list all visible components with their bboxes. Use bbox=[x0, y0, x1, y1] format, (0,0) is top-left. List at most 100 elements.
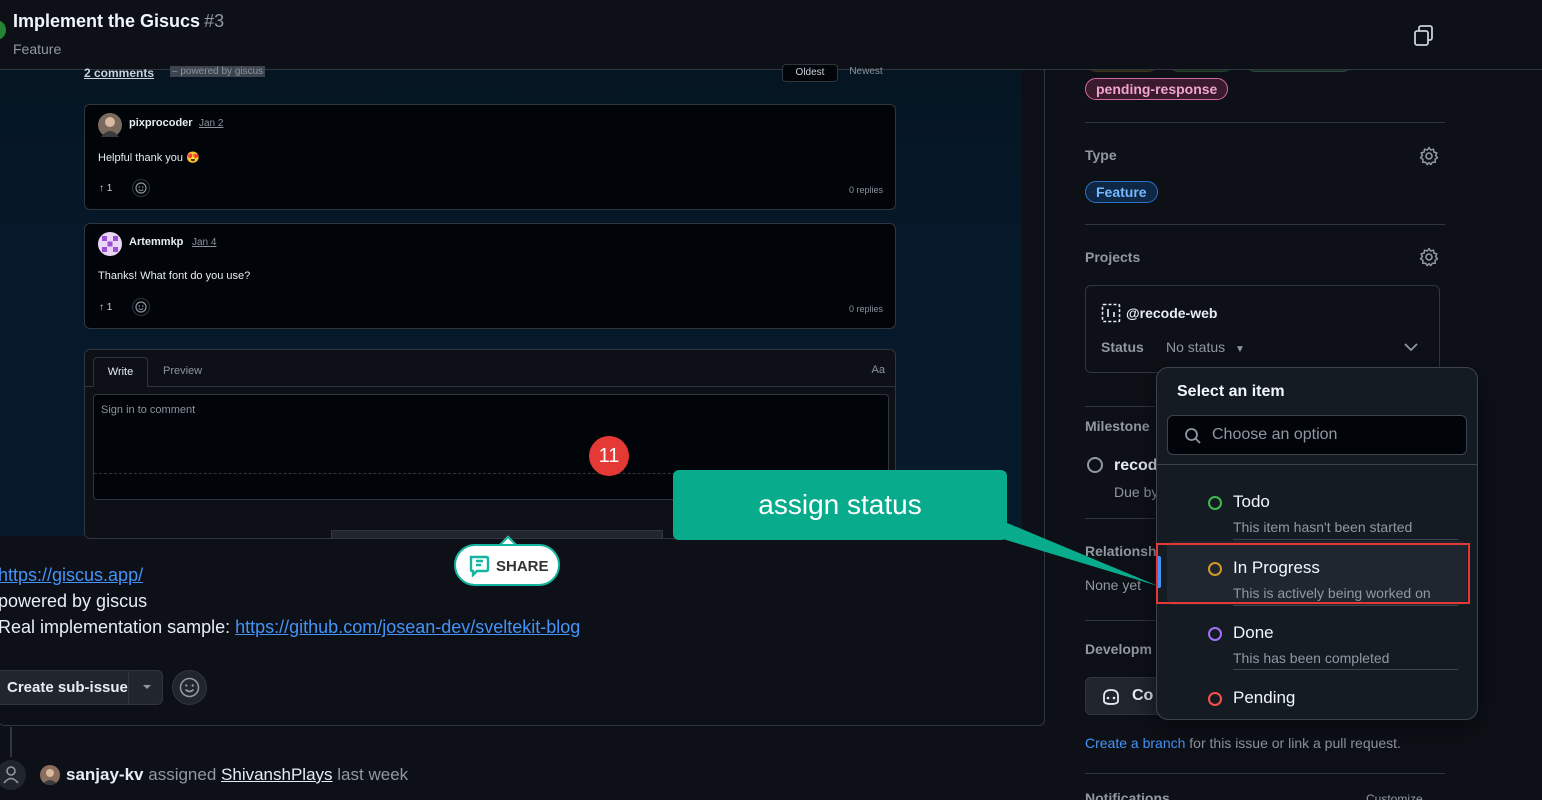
comments-count[interactable]: 2 comments bbox=[84, 66, 154, 80]
sort-oldest-button[interactable]: Oldest bbox=[782, 64, 838, 82]
powered-by-giscus[interactable]: – powered by giscus bbox=[170, 66, 266, 77]
create-branch-text: Create a branch for this issue or link a… bbox=[1085, 735, 1401, 751]
issue-header: Implement the Gisucs #3 Feature bbox=[0, 0, 1542, 70]
add-reaction-icon[interactable] bbox=[132, 179, 150, 197]
person-icon bbox=[0, 760, 26, 790]
callout-text: assign status bbox=[758, 489, 922, 520]
tab-preview[interactable]: Preview bbox=[163, 357, 202, 385]
status-option-done[interactable]: Done This has been completed bbox=[1167, 606, 1467, 670]
project-name[interactable]: @recode-web bbox=[1126, 305, 1217, 321]
development-heading: Developm bbox=[1085, 641, 1152, 657]
upvote-button[interactable]: ↑ 1 bbox=[99, 183, 112, 194]
status-circle-icon bbox=[1208, 496, 1222, 510]
status-circle-icon bbox=[1208, 692, 1222, 706]
tab-write[interactable]: Write bbox=[93, 357, 148, 387]
milestone-icon bbox=[1087, 457, 1103, 473]
projects-heading: Projects bbox=[1085, 249, 1141, 265]
sample-repo-link[interactable]: https://github.com/josean-dev/sveltekit-… bbox=[235, 617, 580, 637]
sort-newest-button[interactable]: Newest bbox=[838, 64, 894, 82]
comment-author[interactable]: Artemmkp bbox=[129, 236, 183, 248]
comment-date[interactable]: Jan 2 bbox=[199, 118, 223, 129]
avatar[interactable] bbox=[40, 765, 60, 785]
copy-icon[interactable] bbox=[1410, 22, 1438, 50]
notifications-heading: Notifications bbox=[1085, 790, 1170, 800]
timeline-actor[interactable]: sanjay-kv bbox=[66, 765, 144, 784]
callout-annotation: assign status bbox=[673, 470, 1007, 540]
timeline-time[interactable]: last week bbox=[337, 765, 408, 784]
timeline-event: sanjay-kv assigned ShivanshPlays last we… bbox=[66, 765, 408, 785]
project-status-label: Status bbox=[1101, 339, 1144, 355]
sidebar-divider bbox=[1085, 518, 1155, 519]
create-sub-issue-label: Create sub-issue bbox=[7, 679, 128, 696]
comment-body: Helpful thank you 😍 bbox=[98, 152, 200, 164]
project-card: @recode-web Status No status ▼ bbox=[1085, 285, 1440, 373]
timeline-line bbox=[10, 727, 12, 757]
copilot-icon bbox=[1103, 689, 1119, 705]
project-table-icon bbox=[1101, 303, 1121, 323]
body-line-giscus-link: https://giscus.app/ bbox=[0, 565, 143, 586]
sidebar-divider bbox=[1085, 122, 1445, 123]
timeline-verb: assigned bbox=[148, 765, 217, 784]
avatar[interactable] bbox=[98, 232, 122, 256]
upvote-count: 1 bbox=[106, 183, 113, 194]
sidebar-divider bbox=[1085, 406, 1155, 407]
status-circle-icon bbox=[1208, 627, 1222, 641]
body-line-sample: Real implementation sample: https://gith… bbox=[0, 617, 580, 638]
giscus-comment: Artemmkp Jan 4 Thanks! What font do you … bbox=[84, 223, 896, 329]
issue-title: Implement the Gisucs #3 bbox=[13, 11, 224, 32]
upvote-count: 1 bbox=[106, 302, 113, 313]
status-option-todo[interactable]: Todo This item hasn't been started bbox=[1167, 475, 1467, 539]
milestone-name[interactable]: recod bbox=[1114, 457, 1158, 475]
project-status-value: No status bbox=[1166, 339, 1226, 355]
status-option-pending[interactable]: Pending bbox=[1167, 671, 1467, 715]
sign-in-button[interactable] bbox=[331, 530, 663, 538]
replies-count: 0 replies bbox=[848, 304, 883, 314]
issue-type-subtitle: Feature bbox=[13, 41, 62, 57]
text-format-icon[interactable]: Aa bbox=[872, 364, 885, 376]
timeline-assignee[interactable]: ShivanshPlays bbox=[221, 765, 333, 784]
add-reaction-icon[interactable] bbox=[132, 298, 150, 316]
comment-author[interactable]: pixprocoder bbox=[129, 117, 193, 129]
share-label: SHARE bbox=[496, 558, 549, 575]
sidebar-divider bbox=[1085, 224, 1445, 225]
triangle-down-icon: ▼ bbox=[1235, 344, 1245, 355]
button-divider bbox=[128, 671, 129, 704]
avatar[interactable] bbox=[98, 113, 122, 137]
issue-type-feature[interactable]: Feature bbox=[1085, 181, 1158, 203]
create-branch-suffix: for this issue or link a pull request. bbox=[1185, 735, 1401, 751]
giscus-comment: pixprocoder Jan 2 Helpful thank you 😍 ↑ … bbox=[84, 104, 896, 210]
status-option-name: Todo bbox=[1233, 492, 1270, 511]
menu-search bbox=[1167, 415, 1467, 455]
label-pending-response[interactable]: pending-response bbox=[1085, 78, 1229, 100]
issue-state-icon bbox=[0, 20, 6, 40]
sidebar-divider bbox=[1085, 620, 1155, 621]
status-option-name: Pending bbox=[1233, 688, 1296, 707]
customize-link[interactable]: Customize bbox=[1366, 792, 1423, 800]
status-option-desc: This has been completed bbox=[1233, 650, 1390, 666]
editor-tab-divider bbox=[85, 386, 895, 387]
menu-search-input[interactable] bbox=[1212, 423, 1452, 447]
status-option-desc: This item hasn't been started bbox=[1233, 519, 1413, 535]
milestone-due: Due by bbox=[1114, 484, 1159, 500]
copilot-button-label: Co bbox=[1132, 687, 1154, 704]
type-heading: Type bbox=[1085, 147, 1117, 163]
body-line-powered: powered by giscus bbox=[0, 591, 148, 611]
upvote-button[interactable]: ↑ 1 bbox=[99, 302, 112, 313]
step-number-badge: 11 bbox=[589, 436, 629, 476]
share-logo-icon bbox=[469, 555, 490, 577]
issue-number: #3 bbox=[204, 11, 225, 31]
add-reaction-icon[interactable] bbox=[172, 670, 207, 705]
gear-icon[interactable] bbox=[1418, 246, 1440, 268]
chevron-down-icon[interactable] bbox=[1402, 340, 1420, 354]
replies-count: 0 replies bbox=[848, 185, 883, 195]
milestone-heading: Milestone bbox=[1085, 418, 1150, 434]
create-sub-issue-button[interactable]: Create sub-issue bbox=[0, 670, 163, 705]
create-branch-link[interactable]: Create a branch bbox=[1085, 735, 1185, 751]
comment-date[interactable]: Jan 4 bbox=[192, 237, 216, 248]
triangle-down-icon[interactable] bbox=[141, 681, 153, 693]
giscus-link[interactable]: https://giscus.app/ bbox=[0, 565, 143, 585]
share-button[interactable]: SHARE bbox=[454, 544, 560, 586]
issue-title-text: Implement the Gisucs bbox=[13, 11, 201, 31]
gear-icon[interactable] bbox=[1418, 145, 1440, 167]
project-status-select[interactable]: No status ▼ bbox=[1166, 339, 1245, 355]
